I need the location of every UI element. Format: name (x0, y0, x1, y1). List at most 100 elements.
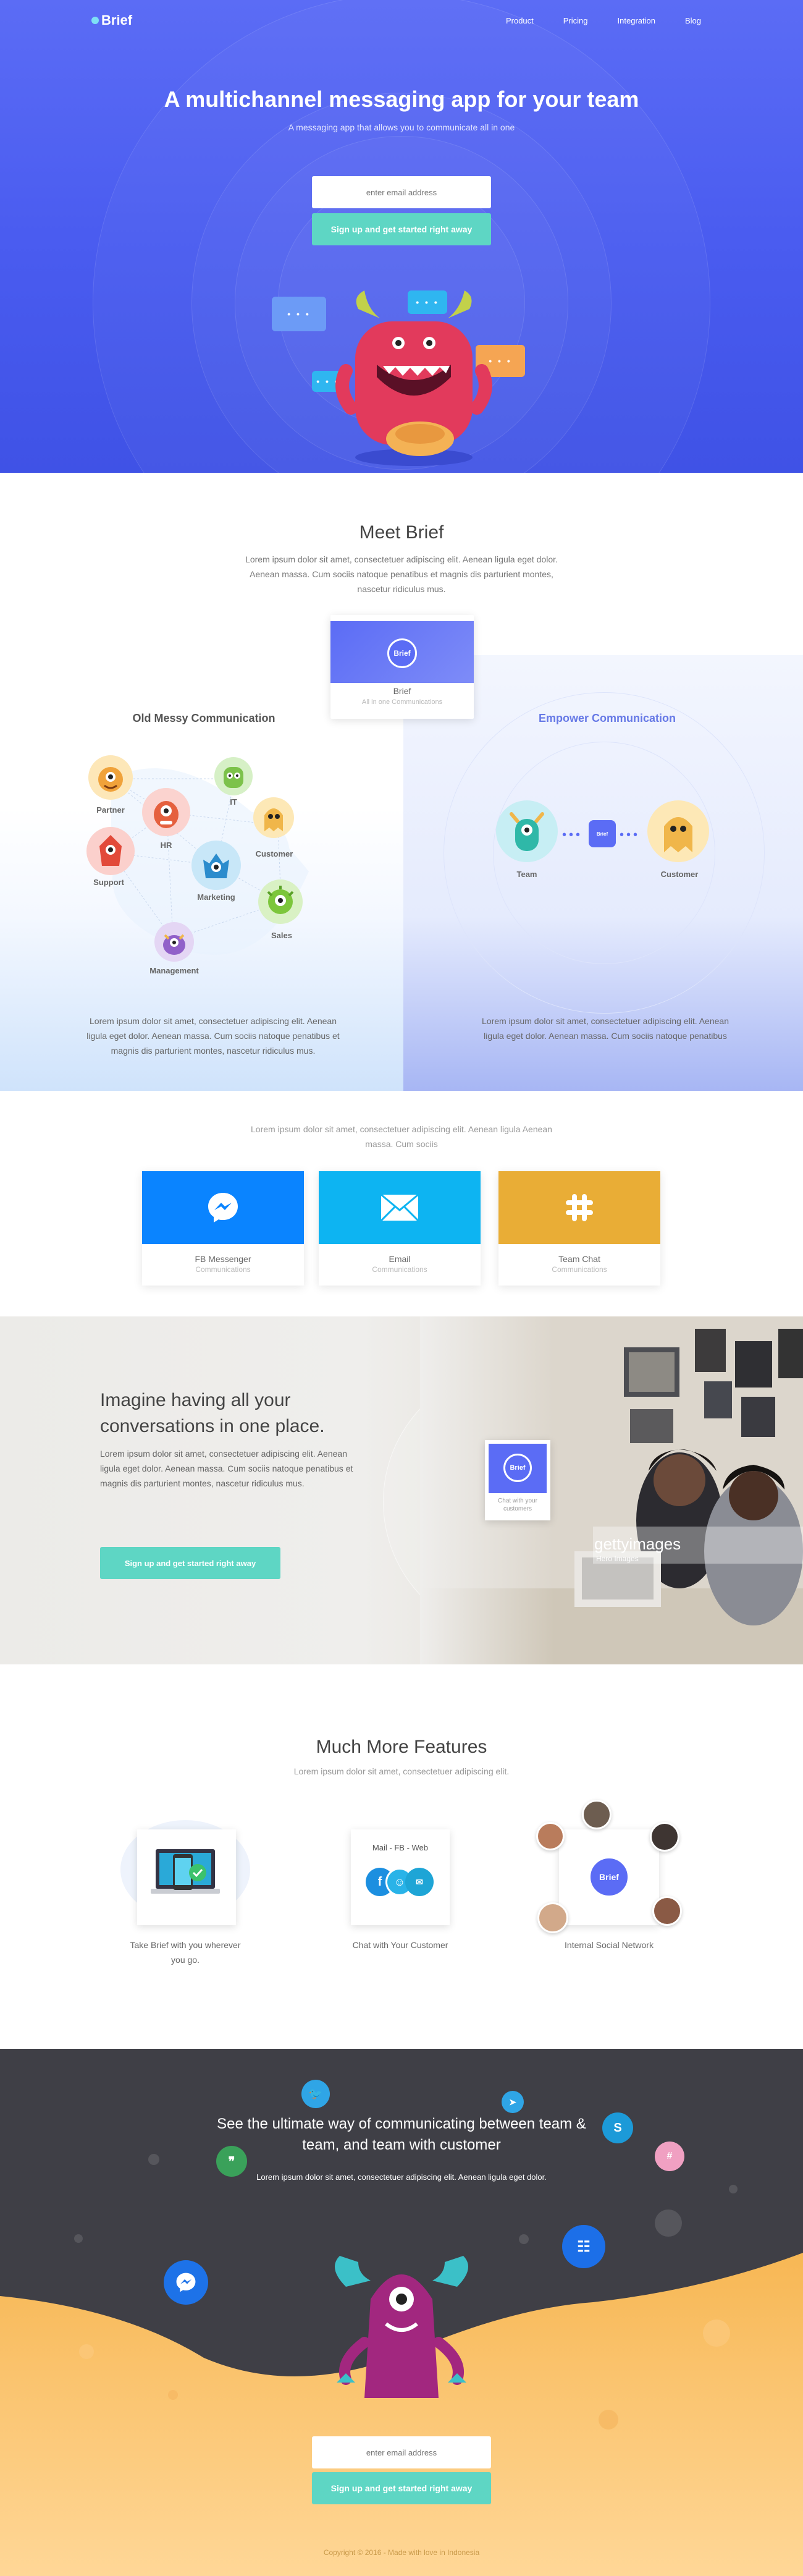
channel-subtitle: Communications (372, 1265, 427, 1274)
channel-title: Team Chat (558, 1254, 600, 1264)
nav-integration[interactable]: Integration (618, 16, 655, 25)
feature-label: Internal Social Network (565, 1940, 654, 1950)
management-label: Management (149, 966, 199, 975)
old-communication-text: Lorem ipsum dolor sit amet, consectetuer… (86, 1016, 340, 1056)
getty-watermark-sub: Hero Images (596, 1554, 639, 1563)
quote-icon: ❞ (216, 2146, 247, 2177)
main-nav: Product Pricing Integration Blog (506, 16, 701, 25)
brief-logo-icon: Brief (589, 1857, 629, 1897)
partner-label: Partner (96, 805, 125, 815)
decor-dot (148, 2154, 159, 2165)
hero-email-input[interactable] (312, 176, 491, 208)
empower-communication-text: Lorem ipsum dolor sit amet, consectetuer… (482, 1016, 729, 1041)
imagine-signup-button[interactable]: Sign up and get started right away (100, 1547, 280, 1579)
messenger-icon (142, 1171, 304, 1244)
laptop-phone-icon (151, 1849, 220, 1894)
avatar (537, 1902, 568, 1933)
mobile-feature-card (137, 1829, 236, 1925)
meet-description: Lorem ipsum dolor sit amet, consectetuer… (245, 554, 558, 594)
channel-subtitle: Communications (552, 1265, 607, 1274)
features-title: Much More Features (316, 1737, 487, 1757)
brief-logo-icon: Brief (387, 638, 417, 668)
purple-monster-illustration (335, 2256, 468, 2398)
avatar (650, 1822, 679, 1852)
hr-label: HR (160, 841, 172, 850)
card-title: Mail - FB - Web (372, 1843, 429, 1852)
marketing-monster-icon (191, 841, 241, 890)
customer-monster-icon (253, 797, 294, 838)
team-monster-icon (496, 800, 558, 862)
skype-icon: S (602, 2112, 633, 2143)
decor-dot (655, 2210, 682, 2237)
mail-icon: ✉ (405, 1868, 434, 1896)
nav-product[interactable]: Product (506, 16, 534, 25)
sales-monster-icon (258, 879, 303, 924)
avatar (582, 1800, 612, 1829)
nav-blog[interactable]: Blog (685, 16, 701, 25)
footer-cta-title: See the ultimate way of communicating be… (217, 2116, 586, 2153)
imagine-title: Imagine having all your conversations in… (100, 1390, 325, 1436)
twitter-icon: 🐦 (301, 2080, 330, 2108)
support-label: Support (93, 878, 124, 887)
decor-dot (729, 2185, 738, 2193)
team-label: Team (516, 870, 537, 879)
card-text: Chat with your customers (498, 1498, 537, 1512)
feature-label: Take Brief with you wherever you go. (130, 1940, 241, 1965)
sales-label: Sales (271, 931, 292, 940)
support-monster-icon (86, 827, 135, 875)
connector-dots: ••• (620, 828, 641, 842)
brief-app-card: Brief Brief All in one Communications (330, 615, 474, 719)
messenger-icon (164, 2260, 208, 2305)
marketing-label: Marketing (197, 892, 235, 902)
team-chat-card[interactable]: Team Chat Communications (498, 1171, 660, 1286)
avatar (652, 1896, 682, 1926)
red-monster-illustration (335, 290, 492, 466)
partner-monster-icon (88, 755, 133, 800)
channels-description: Lorem ipsum dolor sit amet, consectetuer… (251, 1124, 552, 1149)
telegram-icon: ➤ (502, 2091, 524, 2113)
footer-signup-button[interactable]: Sign up and get started right away (312, 2472, 491, 2504)
omnichannel-feature-card: Mail - FB - Web f ☺ ✉ (351, 1829, 450, 1925)
copyright-text: Copyright © 2016 - Made with love in Ind… (323, 2548, 480, 2557)
footer-cta-subtitle: Lorem ipsum dolor sit amet, consectetuer… (256, 2172, 547, 2182)
social-network-feature-card: Brief (559, 1829, 659, 1925)
management-monster-icon (154, 922, 194, 962)
footer-email-input[interactable] (312, 2436, 491, 2468)
logo-text: Brief (101, 12, 133, 28)
customer-label: Customer (255, 849, 293, 858)
empower-communication-title: Empower Communication (538, 712, 676, 724)
office-photo (420, 1316, 803, 1664)
customer-label: Customer (660, 870, 699, 879)
hero-subtitle: A messaging app that allows you to commu… (288, 122, 515, 132)
meet-title: Meet Brief (359, 522, 444, 543)
brief-logo-icon: Brief (503, 1454, 532, 1482)
channel-title: FB Messenger (195, 1254, 251, 1264)
email-card[interactable]: Email Communications (319, 1171, 481, 1286)
features-subtitle: Lorem ipsum dolor sit amet, consectetuer… (293, 1766, 510, 1776)
getty-watermark: gettyimages (594, 1535, 681, 1553)
chat-customer-card: Brief Chat with your customers (485, 1440, 550, 1520)
connector-dots: ••• (562, 828, 583, 842)
imagine-description: Lorem ipsum dolor sit amet, consectetuer… (100, 1449, 353, 1488)
old-communication-title: Old Messy Communication (132, 712, 275, 724)
hr-monster-icon (142, 788, 190, 836)
card-title: Brief (393, 686, 411, 696)
chat-bubble-icon: • • • (272, 297, 326, 331)
brief-hub-icon: Brief (589, 820, 616, 847)
card-subtitle: All in one Communications (361, 698, 443, 706)
slack-icon: # (655, 2142, 684, 2171)
intercom-icon: ☷ (562, 2225, 605, 2268)
feature-label: Chat with Your Customer (352, 1940, 448, 1950)
avatar (536, 1822, 565, 1850)
customer-monster-icon (647, 800, 709, 862)
hero-signup-button[interactable]: Sign up and get started right away (312, 213, 491, 245)
slack-icon (498, 1171, 660, 1244)
fb-messenger-card[interactable]: FB Messenger Communications (142, 1171, 304, 1286)
it-monster-icon (214, 757, 253, 795)
mail-icon (319, 1171, 481, 1244)
hero-title: A multichannel messaging app for your te… (164, 87, 639, 112)
channel-subtitle: Communications (195, 1265, 251, 1274)
channel-title: Email (389, 1254, 411, 1264)
brand-logo[interactable]: Brief (91, 12, 132, 28)
nav-pricing[interactable]: Pricing (563, 16, 588, 25)
